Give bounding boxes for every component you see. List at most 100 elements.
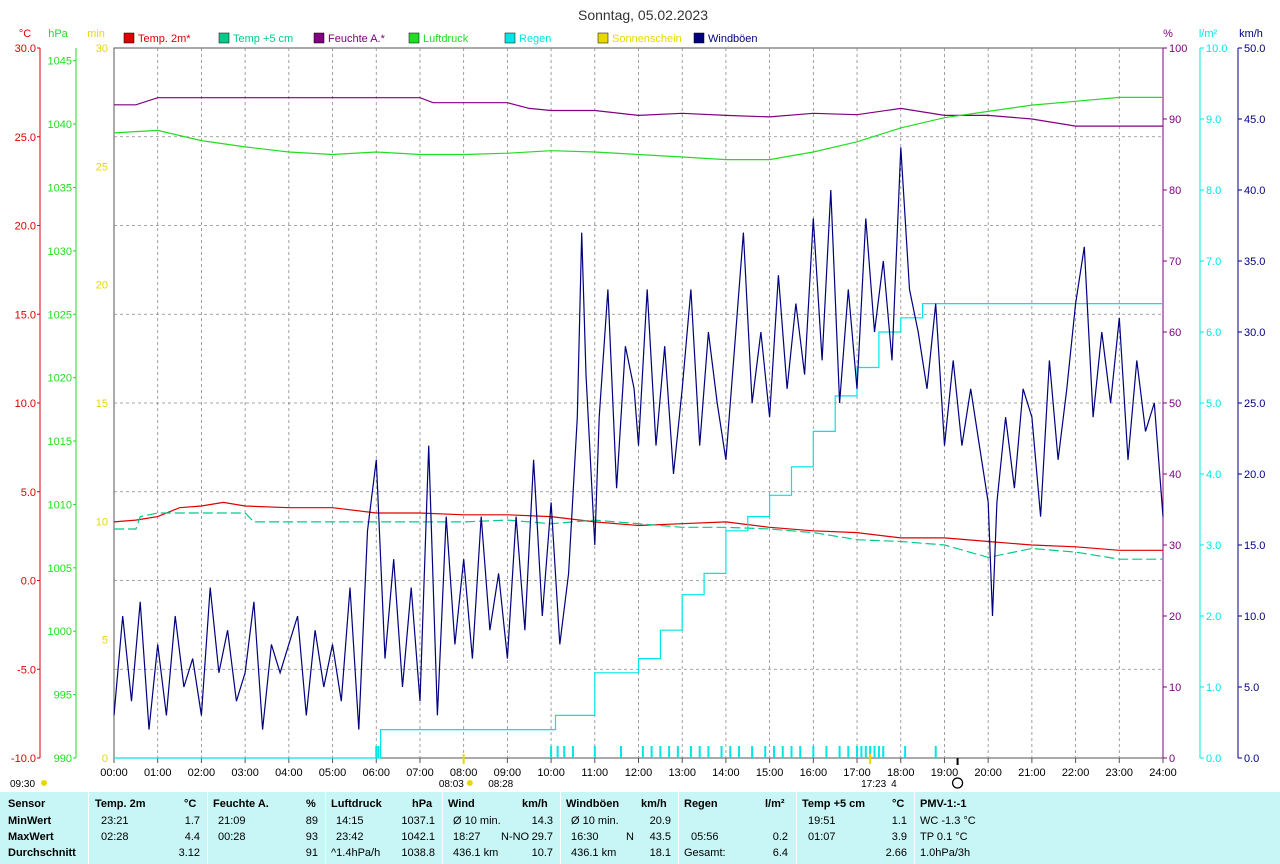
pressure-max: 1042.1 xyxy=(401,831,435,843)
axis-label-wind: 20.0 xyxy=(1244,469,1265,481)
legend: Temp. 2m* Temp +5 cm Feuchte A.* Luftdruck R… xyxy=(123,32,758,45)
legend-label: Temp. 2m* xyxy=(138,33,191,45)
legend-label: Feuchte A.* xyxy=(328,33,386,45)
gusts-avg: 18.1 xyxy=(649,847,671,859)
rain-event-bar xyxy=(659,746,662,758)
rain-event-bar xyxy=(593,746,596,758)
axis-label-wind: 15.0 xyxy=(1244,540,1265,552)
axis-label-temp: 10.0 xyxy=(15,398,36,410)
axis-label-wind: 25.0 xyxy=(1244,398,1265,410)
rain-event-bar xyxy=(856,746,859,758)
axis-label-time: 20:00 xyxy=(974,767,1002,779)
axis-label-rain: 1.0 xyxy=(1206,682,1221,694)
axis-label-temp: 0.0 xyxy=(21,576,36,588)
stats-header-wind: Wind xyxy=(448,798,475,810)
rain-event-bar xyxy=(620,746,623,758)
axis-label-rain: 4.0 xyxy=(1206,469,1221,481)
rain-event-bar xyxy=(764,746,767,758)
axis-label-minutes: 20 xyxy=(96,280,108,292)
axis-label-temp: -10.0 xyxy=(11,753,36,765)
sunset-time: 17:23 xyxy=(861,779,886,790)
stats-header-pmv: PMV-1:-1 xyxy=(920,798,967,810)
axis-unit-wind: km/h xyxy=(1239,28,1263,40)
pressure-min: 1037.1 xyxy=(401,815,435,827)
axis-label-time: 01:00 xyxy=(144,767,172,779)
axis-label-minutes: 30 xyxy=(96,43,108,55)
stats-header-rain: Regen xyxy=(684,798,718,810)
axis-unit-rain: l/m² xyxy=(1199,28,1218,40)
axis-label-pressure: 1000 xyxy=(48,626,72,638)
stats-header-wind-unit: km/h xyxy=(522,798,548,810)
axis-unit-temp: °C xyxy=(19,28,31,40)
rain-event-bar xyxy=(720,746,723,758)
rain-max: 0.2 xyxy=(772,831,788,843)
rain-total-label: Gesamt: xyxy=(684,847,726,859)
moonrise-time: 09:30 xyxy=(10,779,35,790)
rain-event-bar xyxy=(676,746,679,758)
axis-label-pressure: 990 xyxy=(54,753,72,765)
legend-swatch xyxy=(123,32,135,44)
row-label-max: MaxWert xyxy=(8,831,54,843)
axis-label-minutes: 5 xyxy=(102,635,108,647)
axis-label-time: 19:00 xyxy=(931,767,959,779)
axis-label-time: 08:00 xyxy=(450,767,478,779)
axis-label-humidity: 40 xyxy=(1169,469,1181,481)
legend-label: Windböen xyxy=(708,33,758,45)
axis-label-pressure: 1010 xyxy=(48,499,72,511)
axis-label-rain: 7.0 xyxy=(1206,256,1221,268)
axis-label-wind: 10.0 xyxy=(1244,611,1265,623)
rain-event-bar xyxy=(707,746,710,758)
axis-label-wind: 40.0 xyxy=(1244,185,1265,197)
humidity-min: 89 xyxy=(305,815,318,827)
pressure-min-time: 14:15 xyxy=(336,815,364,827)
gusts-max: 43.5 xyxy=(649,831,671,843)
wind-avg: 10.7 xyxy=(531,847,553,859)
rain-event-bar xyxy=(571,746,574,758)
rain-max-time: 05:56 xyxy=(691,831,719,843)
stats-header-gusts-unit: km/h xyxy=(641,798,667,810)
pmv-windchill: WC -1.3 °C xyxy=(920,815,976,827)
stats-header-gusts: Windböen xyxy=(566,798,620,810)
stats-header-humidity-unit: % xyxy=(306,798,316,810)
rain-event-bar xyxy=(934,746,937,758)
axis-label-wind: 0.0 xyxy=(1244,753,1259,765)
axis-label-temp: -5.0 xyxy=(17,664,36,676)
stats-header-pressure: Luftdruck xyxy=(331,798,382,810)
axis-label-time: 11:00 xyxy=(581,767,608,779)
temp2m-min: 1.7 xyxy=(184,815,200,827)
rain-event-bar xyxy=(377,746,380,758)
legend-swatch xyxy=(597,32,609,44)
pressure-avg: 1038.8 xyxy=(401,847,435,859)
axis-label-time: 06:00 xyxy=(362,767,390,779)
axis-label-time: 04:00 xyxy=(275,767,303,779)
axis-label-rain: 3.0 xyxy=(1206,540,1221,552)
axis-label-time: 12:00 xyxy=(625,767,653,779)
stats-header-humidity: Feuchte A. xyxy=(213,798,269,810)
axis-label-time: 24:00 xyxy=(1149,767,1177,779)
legend-label: Regen xyxy=(519,33,551,45)
axis-label-time: 10:00 xyxy=(537,767,565,779)
stats-header-pressure-unit: hPa xyxy=(412,798,433,810)
sun-count: 4 xyxy=(891,779,897,790)
stats-header-temp2m: Temp. 2m xyxy=(95,798,146,810)
axis-label-pressure: 995 xyxy=(54,690,72,702)
axis-label-humidity: 80 xyxy=(1169,185,1181,197)
legend-label: Temp +5 cm xyxy=(233,33,293,45)
axis-label-time: 03:00 xyxy=(231,767,259,779)
axis-unit-pressure: hPa xyxy=(48,28,68,40)
axis-label-time: 02:00 xyxy=(188,767,216,779)
weather-chart: Sonntag, 05.02.2023 Temp. 2m* Temp +5 cm F… xyxy=(0,0,1280,792)
pressure-max-time: 23:42 xyxy=(336,831,364,843)
axis-label-wind: 30.0 xyxy=(1244,327,1265,339)
legend-swatch xyxy=(313,32,325,44)
rain-total: 6.4 xyxy=(772,847,788,859)
moon-phase-icon xyxy=(951,777,964,789)
temp2m-min-time: 23:21 xyxy=(101,815,129,827)
rain-event-bar xyxy=(563,746,566,758)
rain-event-bar xyxy=(825,746,828,758)
rain-event-bar xyxy=(873,746,876,758)
row-label-min: MinWert xyxy=(8,815,52,827)
axis-label-time: 13:00 xyxy=(668,767,696,779)
axis-label-time: 09:00 xyxy=(494,767,522,779)
legend-swatch xyxy=(693,32,705,44)
